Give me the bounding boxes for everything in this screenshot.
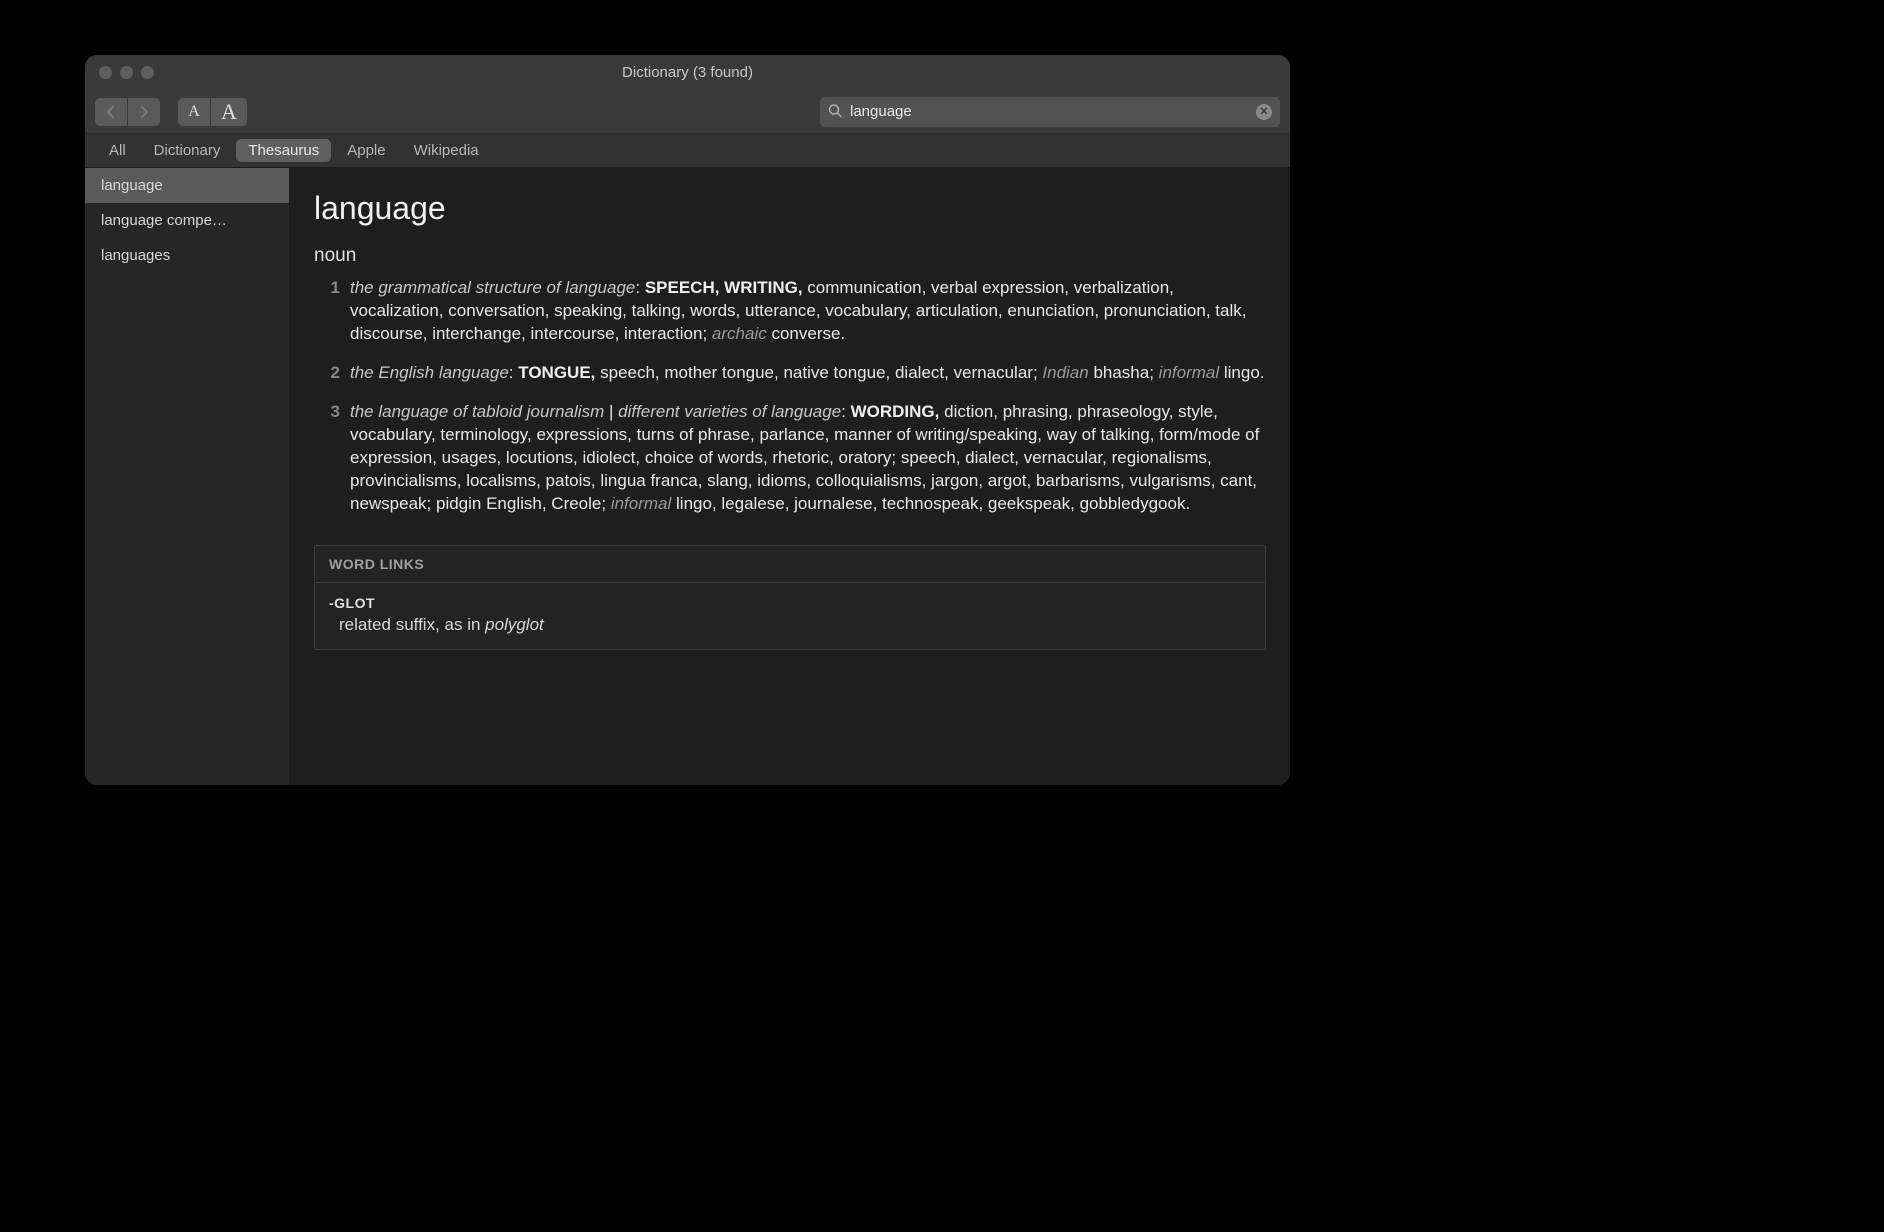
content-area: language language compe… languages langu…	[85, 168, 1290, 785]
tab-apple[interactable]: Apple	[335, 139, 397, 162]
tab-wikipedia[interactable]: Wikipedia	[402, 139, 491, 162]
sense-list: 1 the grammatical structure of language:…	[324, 277, 1266, 515]
clear-icon[interactable]: ✕	[1256, 104, 1272, 120]
close-button[interactable]	[99, 66, 112, 79]
traffic-lights	[85, 66, 154, 79]
synonym-list: speech, mother tongue, native tongue, di…	[595, 363, 1042, 382]
word-links-body: -GLOT related suffix, as in polyglot	[315, 583, 1265, 649]
fullscreen-button[interactable]	[141, 66, 154, 79]
example-phrase: the grammatical structure of language	[350, 278, 635, 297]
increase-font-button[interactable]: A	[211, 98, 247, 126]
headword-synonyms: WORDING,	[851, 402, 940, 421]
sidebar: language language compe… languages	[85, 168, 290, 785]
forward-button[interactable]	[128, 98, 160, 126]
chevron-left-icon	[106, 105, 116, 119]
toolbar: A A ✕	[85, 90, 1290, 134]
sense-2: 2 the English language: TONGUE, speech, …	[324, 362, 1266, 385]
source-tabs: All Dictionary Thesaurus Apple Wikipedia	[85, 134, 1290, 168]
sense-number: 1	[324, 277, 340, 346]
entry-title: language	[314, 190, 1266, 227]
sense-body: the language of tabloid journalism | dif…	[350, 401, 1266, 516]
word-link-definition: related suffix, as in polyglot	[339, 615, 1251, 635]
sidebar-item-languages[interactable]: languages	[85, 238, 289, 273]
sense-1: 1 the grammatical structure of language:…	[324, 277, 1266, 346]
titlebar: Dictionary (3 found)	[85, 55, 1290, 90]
chevron-right-icon	[139, 105, 149, 119]
usage-label: informal	[1159, 363, 1219, 382]
part-of-speech: noun	[314, 245, 1266, 267]
example-phrase-2: different varieties of language	[618, 402, 841, 421]
usage-label: Indian	[1042, 363, 1088, 382]
word-links-header: WORD LINKS	[315, 546, 1265, 583]
sense-number: 2	[324, 362, 340, 385]
decrease-font-button[interactable]: A	[178, 98, 210, 126]
sidebar-item-language[interactable]: language	[85, 168, 289, 203]
tab-dictionary[interactable]: Dictionary	[142, 139, 233, 162]
nav-buttons	[95, 98, 160, 126]
usage-label: informal	[611, 494, 671, 513]
tab-thesaurus[interactable]: Thesaurus	[236, 139, 331, 162]
word-link-term: -GLOT	[329, 595, 1251, 611]
sense-number: 3	[324, 401, 340, 516]
example-phrase: the English language	[350, 363, 509, 382]
sidebar-item-language-compe[interactable]: language compe…	[85, 203, 289, 238]
headword-synonyms: TONGUE,	[518, 363, 595, 382]
example-phrase: the language of tabloid journalism	[350, 402, 604, 421]
search-icon	[828, 103, 842, 120]
font-size-buttons: A A	[178, 98, 247, 126]
sense-body: the English language: TONGUE, speech, mo…	[350, 362, 1266, 385]
usage-label: archaic	[712, 324, 767, 343]
headword-synonyms: SPEECH, WRITING,	[645, 278, 803, 297]
sense-body: the grammatical structure of language: S…	[350, 277, 1266, 346]
search-container: ✕	[820, 97, 1280, 127]
search-input[interactable]	[820, 97, 1280, 127]
back-button[interactable]	[95, 98, 127, 126]
sense-3: 3 the language of tabloid journalism | d…	[324, 401, 1266, 516]
tab-all[interactable]: All	[97, 139, 138, 162]
window-title: Dictionary (3 found)	[85, 64, 1290, 81]
main-content[interactable]: language noun 1 the grammatical structur…	[290, 168, 1290, 785]
minimize-button[interactable]	[120, 66, 133, 79]
word-links-box: WORD LINKS -GLOT related suffix, as in p…	[314, 545, 1266, 650]
app-window: Dictionary (3 found) A A ✕ All Dictionar…	[85, 55, 1290, 785]
